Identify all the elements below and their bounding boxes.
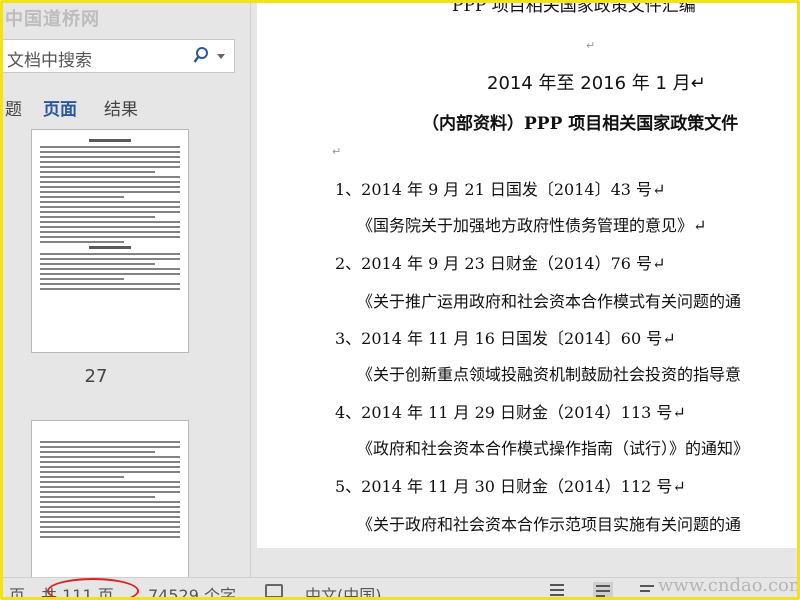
list-item-title: 《国务院关于加强地方政府性债务管理的意见》↵ bbox=[357, 216, 707, 235]
tab-results[interactable]: 结果 bbox=[104, 95, 138, 120]
watermark-logo-top: 中国道桥网 bbox=[5, 9, 100, 30]
list-item-ref: 3、2014 年 11 月 16 日国发〔2014〕60 号↵ bbox=[335, 329, 676, 348]
word-window: 中国道桥网 文档中搜索 题 页面 结果 27 PPP 项目相关国家政策文件汇编 … bbox=[0, 0, 800, 600]
list-item-ref: 2、2014 年 9 月 23 日财金（2014）76 号↵ bbox=[335, 254, 666, 273]
thumbnail-page-number: 27 bbox=[84, 366, 108, 387]
document-page[interactable]: PPP 项目相关国家政策文件汇编 ↵ 2014 年至 2016 年 1 月↵ （… bbox=[257, 3, 797, 548]
proofing-icon[interactable] bbox=[265, 584, 283, 597]
list-item-ref: 5、2014 年 11 月 30 日财金（2014）112 号↵ bbox=[335, 477, 686, 496]
highlight-oval bbox=[47, 578, 139, 597]
web-layout-icon[interactable] bbox=[637, 582, 657, 597]
read-mode-icon[interactable] bbox=[547, 582, 567, 597]
document-subtitle: （内部资料）PPP 项目相关国家政策文件 bbox=[422, 114, 739, 134]
print-layout-icon[interactable] bbox=[593, 582, 613, 597]
list-item-title: 《关于创新重点领域投融资机制鼓励社会投资的指导意 bbox=[357, 365, 742, 384]
search-input[interactable]: 文档中搜索 bbox=[3, 39, 235, 73]
watermark-url: www.cndao.com bbox=[658, 575, 800, 596]
list-item-ref: 4、2014 年 11 月 29 日财金（2014）113 号↵ bbox=[335, 403, 686, 422]
list-item-title: 《政府和社会资本合作模式操作指南（试行）》的通知》 bbox=[357, 439, 750, 458]
page-thumbnail-27[interactable] bbox=[31, 129, 189, 353]
page-thumbnail-28[interactable] bbox=[31, 420, 189, 580]
search-placeholder: 文档中搜索 bbox=[7, 51, 92, 71]
document-date-range: 2014 年至 2016 年 1 月↵ bbox=[487, 73, 706, 94]
list-item-ref: 1、2014 年 9 月 21 日国发〔2014〕43 号↵ bbox=[335, 180, 666, 199]
tab-pages[interactable]: 页面 bbox=[43, 95, 77, 120]
document-area: PPP 项目相关国家政策文件汇编 ↵ 2014 年至 2016 年 1 月↵ （… bbox=[251, 3, 797, 577]
tab-headings[interactable]: 题 bbox=[5, 95, 22, 120]
language-status[interactable]: 中文(中国) bbox=[305, 582, 382, 597]
paragraph-mark: ↵ bbox=[332, 145, 342, 158]
paragraph-mark: ↵ bbox=[586, 39, 596, 52]
document-title: PPP 项目相关国家政策文件汇编 bbox=[452, 3, 696, 16]
word-count-status[interactable]: 74529 个字 bbox=[148, 582, 236, 597]
list-item-title: 《关于政府和社会资本合作示范项目实施有关问题的通 bbox=[357, 515, 742, 534]
chevron-down-icon[interactable] bbox=[217, 54, 225, 59]
search-icon[interactable] bbox=[193, 46, 209, 66]
navigation-pane: 中国道桥网 文档中搜索 题 页面 结果 27 bbox=[3, 3, 251, 580]
list-item-title: 《关于推广运用政府和社会资本合作模式有关问题的通 bbox=[357, 292, 742, 311]
